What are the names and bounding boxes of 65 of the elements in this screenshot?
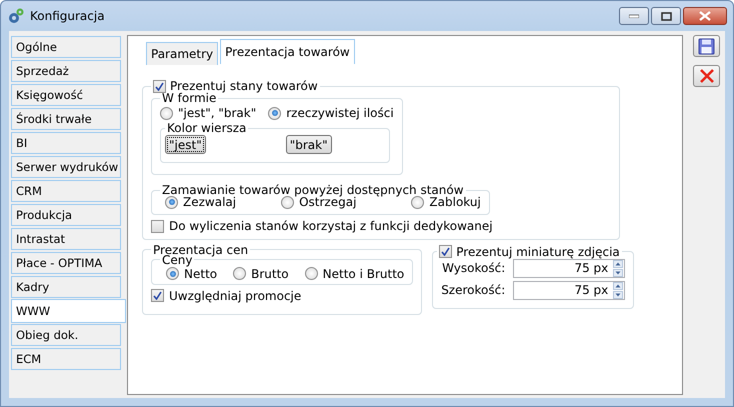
field-label: Wysokość:	[442, 261, 506, 275]
radio-label: Netto	[184, 266, 218, 280]
number-field[interactable]: 75 px	[513, 280, 626, 300]
sidebar-item[interactable]: Kadry	[11, 276, 121, 298]
radio-label: Netto i Brutto	[322, 266, 404, 280]
radio-button[interactable]	[165, 196, 178, 208]
window-title: Konfiguracja	[30, 9, 106, 23]
maximize-icon	[660, 12, 672, 20]
sidebar-item[interactable]: Księgowość	[11, 84, 121, 106]
radio-label: Zezwalaj	[183, 195, 236, 209]
spin-down-button[interactable]	[613, 290, 624, 298]
checkbox[interactable]	[153, 80, 166, 92]
checkbox[interactable]	[151, 220, 164, 232]
group-title: Kolor wiersza	[167, 121, 246, 135]
radio-button[interactable]	[233, 267, 246, 280]
checkbox-label: Uwzględniaj promocje	[169, 288, 302, 302]
close-button[interactable]	[683, 7, 727, 25]
sidebar-item[interactable]: Produkcja	[11, 204, 121, 226]
tab[interactable]: Parametry	[146, 42, 218, 65]
gears-icon	[7, 7, 25, 25]
spin-up-button[interactable]	[613, 282, 624, 290]
radio-label: Ostrzegaj	[299, 195, 356, 209]
radio-button[interactable]	[166, 267, 179, 280]
sidebar-item[interactable]: Obieg dok.	[11, 324, 121, 346]
number-field[interactable]: 75 px	[513, 258, 626, 278]
sidebar-item[interactable]: Sprzedaż	[11, 60, 121, 82]
close-icon	[699, 11, 711, 21]
group-title: W formie	[162, 91, 216, 105]
radio-button[interactable]	[304, 267, 318, 280]
radio-button[interactable]	[160, 106, 173, 120]
color-button[interactable]: "brak"	[286, 135, 332, 154]
checkbox-label: Prezentuj stany towarów	[170, 79, 318, 93]
save-button[interactable]	[693, 35, 720, 57]
radio-button[interactable]	[411, 196, 424, 208]
sidebar-item[interactable]: ECM	[11, 348, 121, 370]
checkbox[interactable]	[439, 245, 452, 258]
sidebar-item[interactable]: Ogólne	[11, 36, 121, 58]
checkbox-label: Prezentuj miniaturę zdjęcia	[456, 244, 620, 258]
radio-button[interactable]	[281, 196, 294, 208]
minimize-button[interactable]	[619, 7, 649, 25]
color-button[interactable]: "jest"	[165, 135, 206, 154]
cross-icon	[698, 68, 714, 84]
sidebar-item[interactable]: WWW	[11, 299, 126, 323]
field-label: Szerokość:	[441, 283, 506, 297]
radio-label: Zablokuj	[429, 195, 481, 209]
checkbox[interactable]	[151, 289, 164, 302]
delete-button[interactable]	[693, 65, 720, 87]
radio-button[interactable]	[268, 106, 282, 120]
spin-down-button[interactable]	[613, 268, 624, 276]
spin-up-button[interactable]	[613, 260, 624, 268]
group-title: Zamawianie towarów powyżej dostępnych stanów	[162, 183, 464, 197]
sidebar-item[interactable]: Serwer wydruków	[11, 156, 121, 178]
radio-label: Brutto	[251, 266, 289, 280]
minimize-icon	[629, 14, 639, 18]
checkbox-label: Do wyliczenia stanów korzystaj z funkcji dedykowanej	[169, 219, 493, 233]
group-title: Prezentacja cen	[153, 242, 248, 256]
radio-label: rzeczywistej ilości	[286, 106, 394, 120]
tab[interactable]: Prezentacja towarów	[220, 39, 355, 64]
sidebar-item[interactable]: Intrastat	[11, 228, 121, 250]
radio-label: "jest", "brak"	[178, 106, 256, 120]
sidebar-item[interactable]: Środki trwałe	[11, 108, 121, 130]
sidebar-item[interactable]: BI	[11, 132, 121, 154]
sidebar-item[interactable]: CRM	[11, 180, 121, 202]
sidebar-item[interactable]: Płace - OPTIMA	[11, 252, 121, 274]
maximize-button[interactable]	[651, 7, 681, 25]
